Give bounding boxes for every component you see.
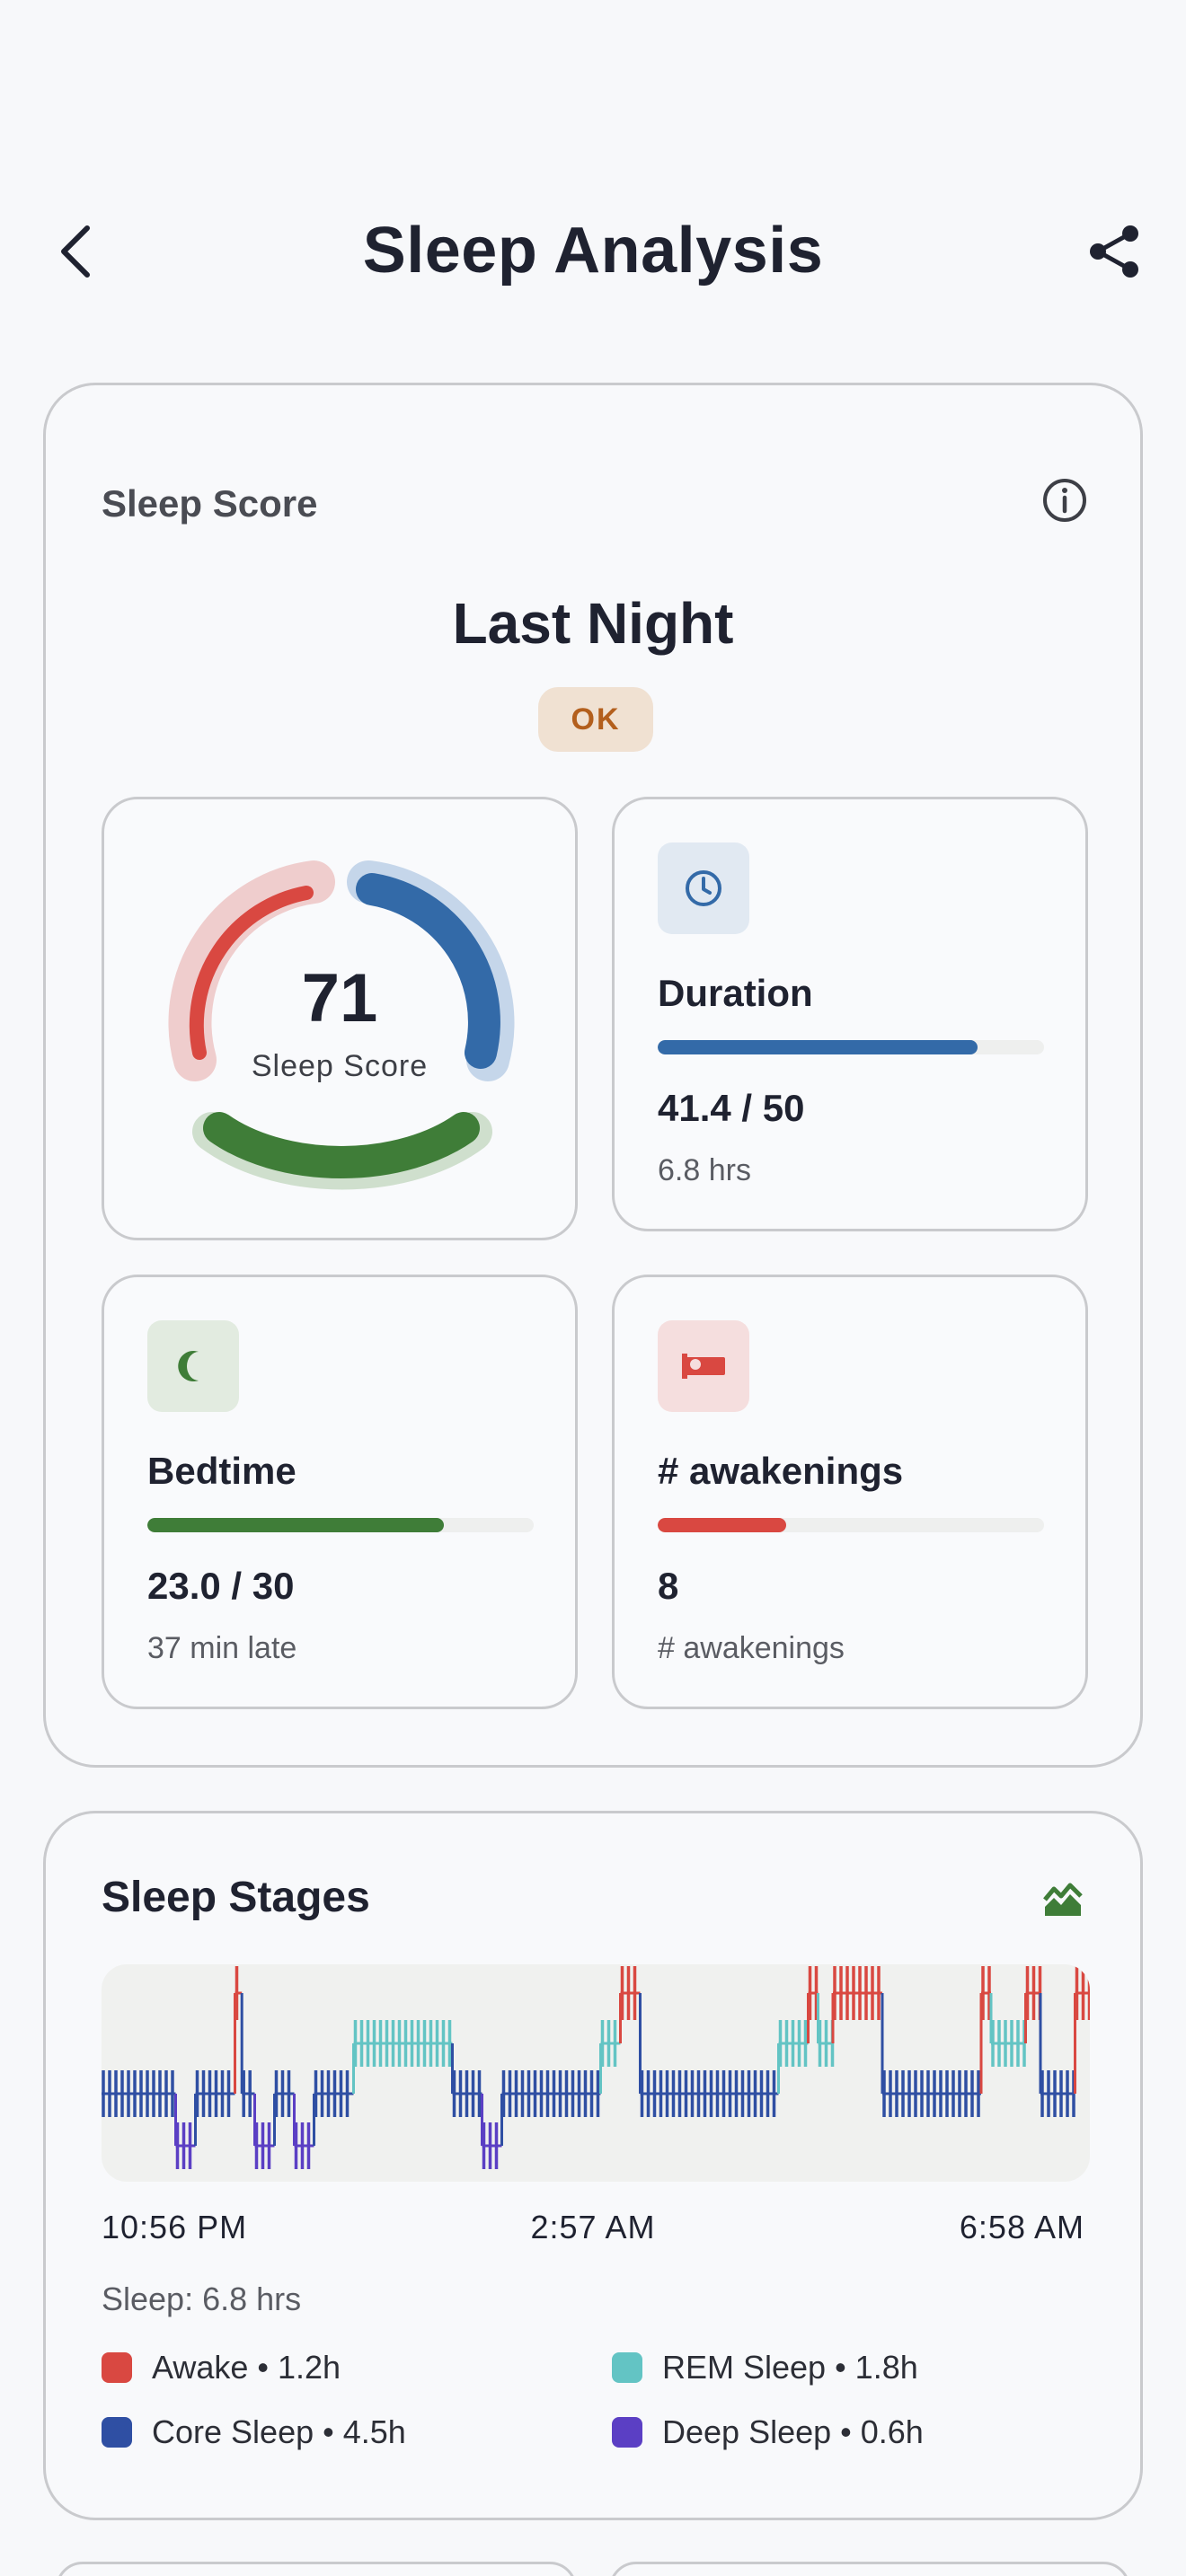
share-button[interactable]	[1078, 216, 1150, 287]
hypnogram-segment-core-sleep	[452, 2070, 482, 2117]
sleep-stages-card: Sleep Stages 10:56 PM 2:57 AM 6:58 AM Sl…	[43, 1811, 1143, 2520]
awakenings-value: 8	[658, 1565, 679, 1607]
legend-item-deep: Deep Sleep • 0.6h	[612, 2413, 924, 2451]
hypnogram-segment-rem-sleep	[600, 2020, 621, 2067]
legend-swatch	[102, 2417, 132, 2448]
hypnogram-segment-core-sleep	[274, 2070, 295, 2117]
hypnogram-segment-rem-sleep	[818, 2020, 835, 2067]
stages-chart-button[interactable]	[1041, 1876, 1084, 1919]
legend-label: Core Sleep • 4.5h	[152, 2413, 406, 2450]
duration-progress-fill	[658, 1040, 978, 1054]
section-label: Sleep Score	[102, 482, 318, 525]
hypnogram-segment-core-sleep	[1040, 2070, 1075, 2117]
legend-label: Awake • 1.2h	[152, 2349, 341, 2386]
hypnogram-segment-awake	[833, 1966, 882, 2020]
legend-item-rem: REM Sleep • 1.8h	[612, 2349, 918, 2386]
hypnogram-segment-core-sleep	[195, 2070, 235, 2117]
info-button[interactable]	[1040, 475, 1090, 525]
bed-icon	[682, 1354, 725, 1379]
duration-title: Duration	[658, 972, 813, 1014]
moon-icon	[178, 1351, 199, 1381]
chart-icon	[1043, 1883, 1083, 1916]
clock-icon	[686, 870, 721, 906]
hypnogram-segment-deep-sleep	[482, 2122, 502, 2169]
period-title: Last Night	[452, 591, 734, 656]
duration-subtext: 6.8 hrs	[658, 1153, 751, 1187]
app-header: Sleep Analysis	[0, 180, 1186, 323]
next-card-right[interactable]	[609, 2562, 1130, 2576]
bedtime-subtext: 37 min late	[147, 1631, 297, 1665]
duration-progress-bar	[658, 1040, 1044, 1054]
hypnogram-segment-awake	[1075, 1966, 1090, 2020]
awakenings-progress-fill	[658, 1518, 787, 1532]
awakenings-icon-badge	[658, 1320, 749, 1412]
hypnogram-plot	[102, 1966, 1090, 2169]
bedtime-title: Bedtime	[147, 1450, 296, 1492]
bedtime-icon-badge	[147, 1320, 239, 1412]
hypnogram-segment-core-sleep	[640, 2070, 779, 2117]
score-caption: Sleep Score	[251, 1049, 429, 1083]
legend-item-core: Core Sleep • 4.5h	[102, 2413, 406, 2451]
hypnogram-segment-deep-sleep	[294, 2122, 314, 2169]
next-card-left[interactable]	[56, 2562, 577, 2576]
bedtime-progress-fill	[147, 1518, 444, 1532]
legend-label: REM Sleep • 1.8h	[662, 2349, 918, 2386]
sleep-score-card: Sleep Score Last Night OK 71 Sleep Score…	[43, 383, 1143, 1768]
legend-item-awake: Awake • 1.2h	[102, 2349, 341, 2386]
page-title: Sleep Analysis	[362, 215, 824, 287]
legend-label: Deep Sleep • 0.6h	[662, 2413, 924, 2450]
info-icon	[1043, 479, 1086, 522]
legend-swatch	[102, 2352, 132, 2383]
sleep-analysis-screen: Sleep Analysis Sleep Score Last Night OK	[0, 0, 1186, 2576]
stages-title: Sleep Stages	[102, 1874, 370, 1921]
bedtime-tile[interactable]: Bedtime 23.0 / 30 37 min late	[102, 1275, 578, 1709]
awakenings-subtext: # awakenings	[658, 1631, 845, 1665]
hypnogram-segment-core-sleep	[242, 2070, 255, 2117]
hypnogram-segment-core-sleep	[314, 2070, 354, 2117]
hypnogram-segment-core-sleep	[882, 2070, 981, 2117]
duration-icon-badge	[658, 842, 749, 934]
awakenings-tile[interactable]: # awakenings 8 # awakenings	[612, 1275, 1088, 1709]
hypnogram-segment-rem-sleep	[778, 2020, 809, 2067]
hypnogram-segment-rem-sleep	[991, 2020, 1026, 2067]
awakenings-progress-bar	[658, 1518, 1044, 1532]
hypnogram-segment-rem-sleep	[353, 2020, 453, 2067]
hypnogram-segment-awake	[808, 1966, 819, 2020]
hypnogram-segment-deep-sleep	[175, 2122, 196, 2169]
duration-tile[interactable]: Duration 41.4 / 50 6.8 hrs	[612, 797, 1088, 1231]
score-tile[interactable]: 71 Sleep Score	[102, 797, 578, 1240]
legend-swatch	[612, 2352, 642, 2383]
duration-value: 41.4 / 50	[658, 1087, 805, 1129]
sleep-total: Sleep: 6.8 hrs	[102, 2280, 302, 2317]
hypnogram-segment-awake	[981, 1966, 991, 2020]
hypnogram-segment-awake	[1025, 1966, 1042, 2020]
bedtime-value: 23.0 / 30	[147, 1565, 295, 1607]
hypnogram-segment-awake	[620, 1966, 641, 2020]
hypnogram-segment-core-sleep	[501, 2070, 601, 2117]
hypnogram-segment-deep-sleep	[254, 2122, 275, 2169]
hypnogram-segment-core-sleep	[102, 2070, 176, 2117]
end-time-label: 6:58 AM	[959, 2209, 1084, 2245]
legend-swatch	[612, 2417, 642, 2448]
share-icon	[1090, 225, 1138, 278]
score-value: 71	[301, 960, 378, 1037]
hypnogram	[102, 1964, 1090, 2182]
rating-badge: OK	[538, 687, 653, 752]
bedtime-progress-bar	[147, 1518, 534, 1532]
awakenings-title: # awakenings	[658, 1450, 904, 1492]
